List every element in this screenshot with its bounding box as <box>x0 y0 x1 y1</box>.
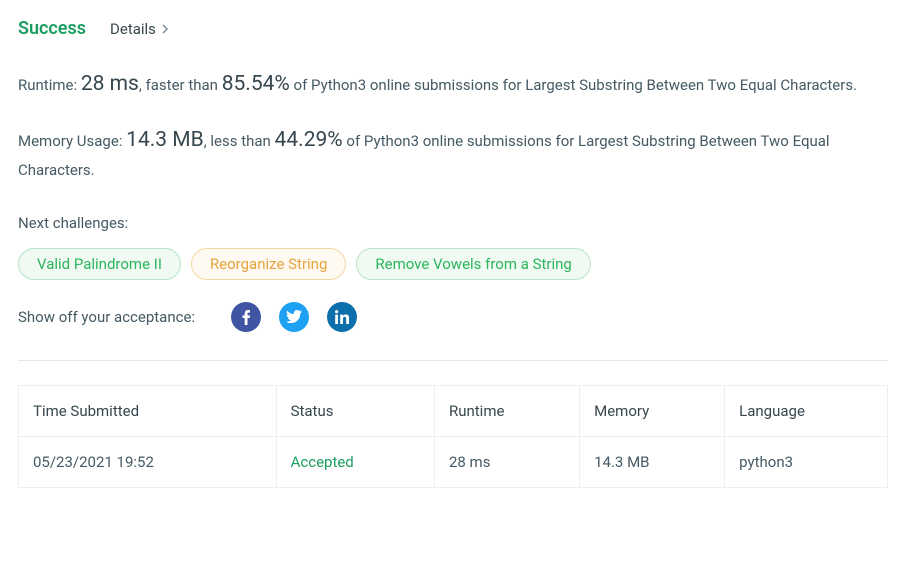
submissions-table: Time Submitted Status Runtime Memory Lan… <box>18 385 888 488</box>
chevron-right-icon <box>162 20 170 38</box>
cell-runtime: 28 ms <box>434 436 579 487</box>
col-status: Status <box>276 385 434 436</box>
details-link[interactable]: Details <box>110 20 170 38</box>
col-runtime: Runtime <box>434 385 579 436</box>
memory-stat: Memory Usage: 14.3 MB, less than 44.29% … <box>18 123 888 184</box>
twitter-icon[interactable] <box>279 302 309 332</box>
memory-mid: , less than <box>204 132 275 150</box>
col-time: Time Submitted <box>19 385 277 436</box>
memory-prefix: Memory Usage: <box>18 132 126 150</box>
col-memory: Memory <box>580 385 725 436</box>
challenge-remove-vowels[interactable]: Remove Vowels from a String <box>356 248 590 280</box>
next-challenges-label: Next challenges: <box>18 214 888 232</box>
result-header: Success Details <box>18 18 888 39</box>
show-off-row: Show off your acceptance: <box>18 302 888 332</box>
show-off-label: Show off your acceptance: <box>18 308 195 326</box>
challenge-valid-palindrome[interactable]: Valid Palindrome II <box>18 248 181 280</box>
col-language: Language <box>725 385 888 436</box>
cell-time: 05/23/2021 19:52 <box>19 436 277 487</box>
runtime-value: 28 ms <box>81 72 139 96</box>
cell-language: python3 <box>725 436 888 487</box>
memory-value: 14.3 MB <box>126 128 204 152</box>
challenge-reorganize-string[interactable]: Reorganize String <box>191 248 346 280</box>
challenge-pills: Valid Palindrome II Reorganize String Re… <box>18 248 888 280</box>
status-label: Success <box>18 18 86 39</box>
linkedin-icon[interactable] <box>327 302 357 332</box>
runtime-prefix: Runtime: <box>18 76 81 94</box>
runtime-suffix: of Python3 online submissions for Larges… <box>290 76 857 94</box>
memory-percent: 44.29% <box>275 128 343 152</box>
table-row: 05/23/2021 19:52 Accepted 28 ms 14.3 MB … <box>19 436 888 487</box>
facebook-icon[interactable] <box>231 302 261 332</box>
runtime-percent: 85.54% <box>222 72 290 96</box>
divider <box>18 360 888 361</box>
cell-status[interactable]: Accepted <box>276 436 434 487</box>
cell-memory: 14.3 MB <box>580 436 725 487</box>
runtime-stat: Runtime: 28 ms, faster than 85.54% of Py… <box>18 67 888 103</box>
details-link-text: Details <box>110 20 156 38</box>
runtime-mid: , faster than <box>139 76 222 94</box>
table-header-row: Time Submitted Status Runtime Memory Lan… <box>19 385 888 436</box>
